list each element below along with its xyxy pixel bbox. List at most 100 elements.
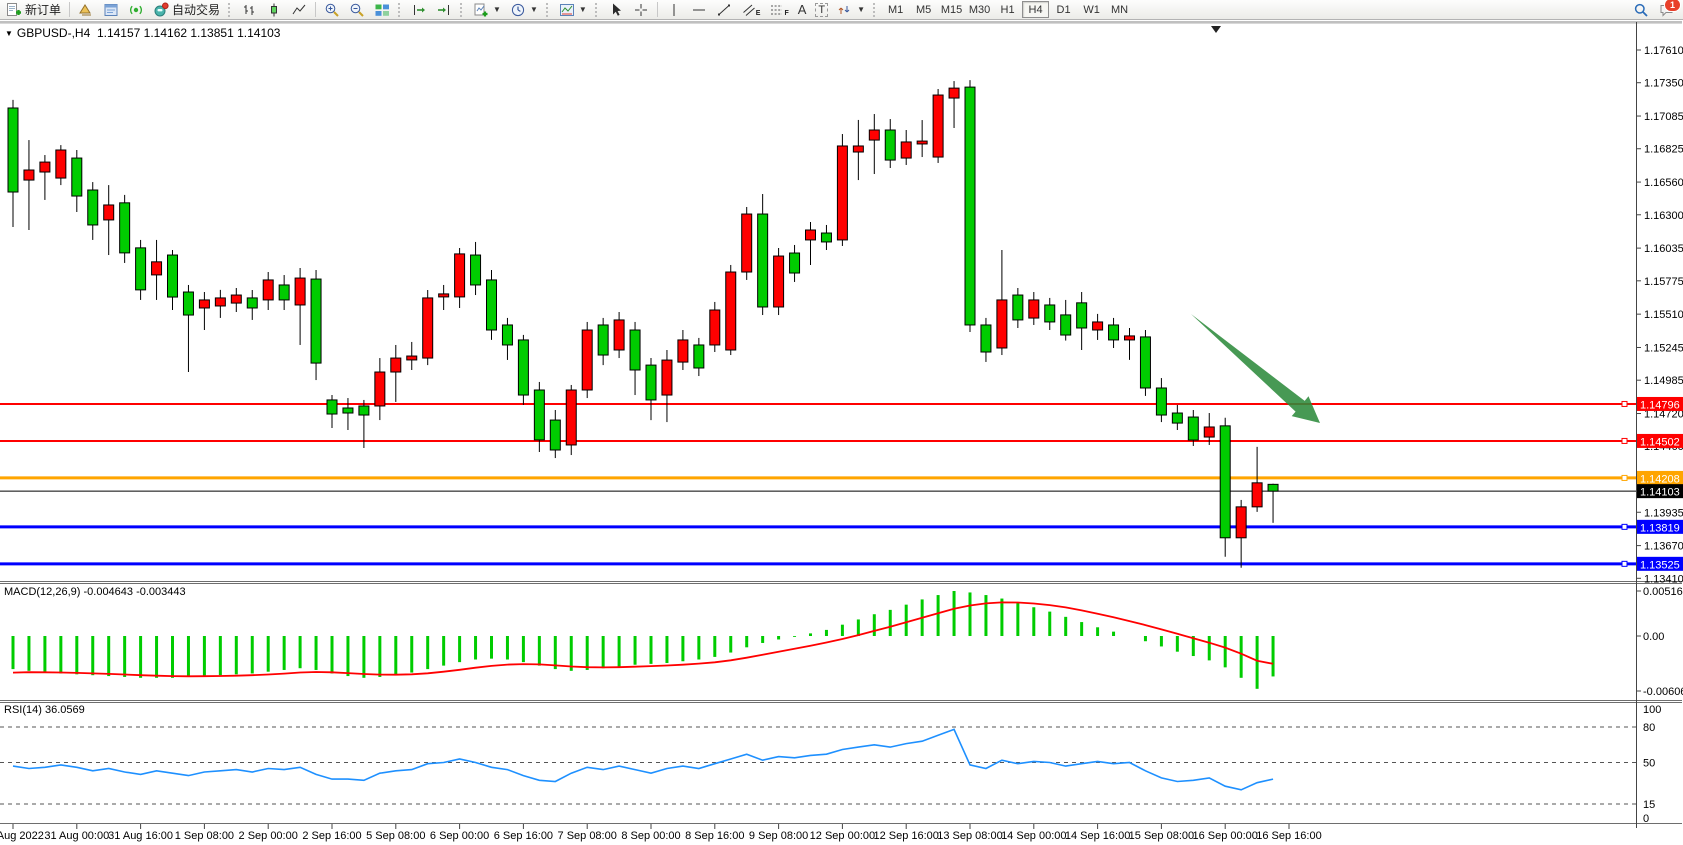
macd-pane xyxy=(13,591,1273,689)
templates-button[interactable]: ▼ xyxy=(555,1,591,19)
line-chart-button[interactable] xyxy=(287,1,311,19)
auto-scroll-button[interactable] xyxy=(407,1,431,19)
price-tick-label: 1.13935 xyxy=(1644,507,1683,519)
signals-button[interactable] xyxy=(124,1,148,19)
time-tick-label: 13 Sep 08:00 xyxy=(937,830,1002,842)
time-tick-label: 12 Sep 00:00 xyxy=(810,830,875,842)
time-tick-label: 6 Sep 16:00 xyxy=(494,830,553,842)
chart-shift-marker[interactable] xyxy=(1211,26,1221,33)
timeframe-button[interactable]: D1 xyxy=(1050,1,1077,18)
market-watch-button[interactable] xyxy=(99,1,123,19)
periods-button[interactable]: ▼ xyxy=(506,1,542,19)
equidistant-channel-icon xyxy=(741,2,757,18)
candle-body xyxy=(343,408,353,413)
candle-body xyxy=(1125,336,1135,340)
chart-canvas[interactable]: 1.176101.173501.170851.168251.165601.163… xyxy=(0,0,1683,845)
notifications-button[interactable]: 1 xyxy=(1659,2,1675,18)
candle-body xyxy=(1140,337,1150,388)
toolbar-grip xyxy=(546,3,551,17)
timeframe-button[interactable]: M5 xyxy=(910,1,937,18)
toolbar-grip xyxy=(398,3,403,17)
level-line-handle[interactable] xyxy=(1622,561,1627,566)
timeframe-button[interactable]: W1 xyxy=(1078,1,1105,18)
candle-body xyxy=(359,406,369,415)
tile-windows-button[interactable] xyxy=(370,1,394,19)
trendline-tool-button[interactable] xyxy=(712,1,736,19)
candle-body xyxy=(199,300,209,308)
time-axis[interactable]: 30 Aug 202231 Aug 00:0031 Aug 16:001 Sep… xyxy=(0,824,1322,842)
time-tick-label: 8 Sep 00:00 xyxy=(621,830,680,842)
bar-chart-icon xyxy=(241,2,257,18)
text-label-tool-button[interactable]: T xyxy=(811,1,832,19)
level-line-handle[interactable] xyxy=(1622,438,1627,443)
price-axis[interactable]: 1.176101.173501.170851.168251.165601.163… xyxy=(1636,45,1683,825)
candle-body xyxy=(136,248,146,290)
candle-body xyxy=(391,358,401,372)
text-tool-button[interactable]: A xyxy=(794,1,811,19)
price-level-badge-label: 1.14502 xyxy=(1640,436,1680,448)
auto-trading-button[interactable]: 自动交易 xyxy=(149,1,224,19)
chart-shift-button[interactable] xyxy=(432,1,456,19)
price-level-badge-label: 1.14796 xyxy=(1640,399,1680,411)
vertical-line-tool-button[interactable] xyxy=(662,1,686,19)
candle-body xyxy=(88,190,98,225)
candle-body xyxy=(646,365,656,400)
candle-body xyxy=(455,254,465,297)
symbol-dropdown-icon[interactable]: ▼ xyxy=(5,29,13,38)
timeframe-button[interactable]: MN xyxy=(1106,1,1133,18)
candle-body xyxy=(869,130,879,140)
chart-title: ▼GBPUSD-,H4 1.14157 1.14162 1.13851 1.14… xyxy=(5,26,280,40)
timeframe-button[interactable]: H4 xyxy=(1022,1,1049,18)
candle-body xyxy=(231,295,241,303)
timeframe-button[interactable]: M15 xyxy=(938,1,965,18)
new-chart-button[interactable]: ▼ xyxy=(469,1,505,19)
rsi-scale-label: 50 xyxy=(1643,758,1655,770)
candle-body xyxy=(566,390,576,445)
annotation-arrow[interactable] xyxy=(1191,314,1320,423)
macd-scale-label: 0.00 xyxy=(1643,631,1664,643)
timeframe-button[interactable]: H1 xyxy=(994,1,1021,18)
candle-body xyxy=(183,292,193,315)
toolbar-grip xyxy=(460,3,465,17)
level-line-handle[interactable] xyxy=(1622,401,1627,406)
candlesticks-group xyxy=(8,80,1278,568)
candle-body xyxy=(837,146,847,240)
price-tick-label: 1.14985 xyxy=(1644,375,1683,387)
price-tick-label: 1.17610 xyxy=(1644,45,1683,57)
candle-body xyxy=(853,146,863,152)
zoom-out-button[interactable] xyxy=(345,1,369,19)
horizontal-line-tool-button[interactable] xyxy=(687,1,711,19)
cursor-tool-button[interactable] xyxy=(604,1,628,19)
chart-symbol-period: GBPUSD-,H4 xyxy=(17,26,90,40)
candle-body xyxy=(104,205,114,220)
level-line-handle[interactable] xyxy=(1622,475,1627,480)
candle-body xyxy=(997,300,1007,348)
candle-body xyxy=(662,360,672,395)
timeframe-button[interactable]: M30 xyxy=(966,1,993,18)
candle-body xyxy=(168,255,178,297)
time-tick-label: 14 Sep 00:00 xyxy=(1001,830,1066,842)
crosshair-tool-button[interactable] xyxy=(629,1,653,19)
candlestick-chart-button[interactable] xyxy=(262,1,286,19)
level-line-handle[interactable] xyxy=(1622,524,1627,529)
candle-body xyxy=(885,130,895,160)
zoom-in-button[interactable] xyxy=(320,1,344,19)
channel-tool-button[interactable]: E xyxy=(737,1,765,19)
candle-body xyxy=(72,158,82,196)
fibonacci-tool-button[interactable]: F xyxy=(765,1,792,19)
search-button[interactable] xyxy=(1629,1,1653,19)
time-tick-label: 31 Aug 00:00 xyxy=(44,830,109,842)
arrows-tool-button[interactable]: ▼ xyxy=(833,1,869,19)
charts-button[interactable] xyxy=(74,1,98,19)
chevron-down-icon: ▼ xyxy=(530,5,538,14)
new-order-button[interactable]: 新订单 xyxy=(2,1,65,19)
time-tick-label: 1 Sep 08:00 xyxy=(175,830,234,842)
rsi-scale-label: 100 xyxy=(1643,704,1661,716)
time-tick-label: 15 Sep 08:00 xyxy=(1129,830,1194,842)
candle-body xyxy=(1029,300,1039,318)
time-tick-label: 5 Sep 08:00 xyxy=(366,830,425,842)
bar-chart-button[interactable] xyxy=(237,1,261,19)
timeframe-button[interactable]: M1 xyxy=(882,1,909,18)
chart-shift-icon xyxy=(436,2,452,18)
candle-body xyxy=(8,108,18,192)
